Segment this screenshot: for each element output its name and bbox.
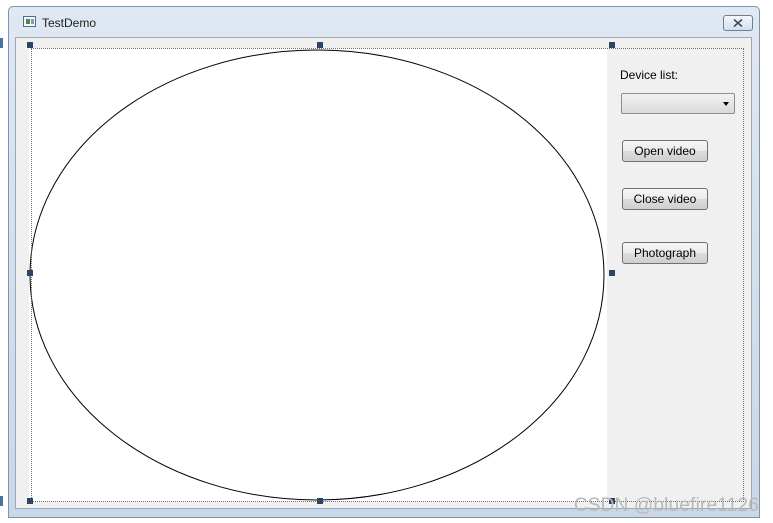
resize-handle-top-middle[interactable] <box>317 42 323 48</box>
resize-handle-top-left[interactable] <box>27 42 33 48</box>
video-ellipse <box>29 49 605 501</box>
close-video-button[interactable]: Close video <box>622 188 708 210</box>
screen-edge-marker <box>0 496 3 506</box>
chevron-down-icon[interactable] <box>723 102 729 106</box>
app-window-icon <box>23 16 36 27</box>
close-icon <box>733 19 743 27</box>
resize-handle-middle-left[interactable] <box>27 270 33 276</box>
resize-handle-bottom-middle[interactable] <box>317 498 323 504</box>
main-window: TestDemo Device list: Open video Close v… <box>8 6 760 518</box>
client-area: Device list: Open video Close video Phot… <box>15 37 752 509</box>
resize-handle-bottom-left[interactable] <box>27 498 33 504</box>
close-window-button[interactable] <box>723 15 753 31</box>
resize-handle-top-right[interactable] <box>609 42 615 48</box>
device-list-dropdown[interactable] <box>621 93 735 114</box>
title-bar[interactable]: TestDemo <box>9 7 759 39</box>
screen-edge-marker <box>0 38 3 48</box>
resize-handle-middle-right[interactable] <box>609 270 615 276</box>
photograph-button[interactable]: Photograph <box>622 242 708 264</box>
watermark: CSDN @bluefire1126 <box>573 495 759 516</box>
window-title: TestDemo <box>42 16 97 30</box>
device-list-label: Device list: <box>620 68 679 82</box>
open-video-button[interactable]: Open video <box>622 140 708 162</box>
video-ellipse-canvas <box>29 49 605 501</box>
video-display <box>29 48 607 502</box>
